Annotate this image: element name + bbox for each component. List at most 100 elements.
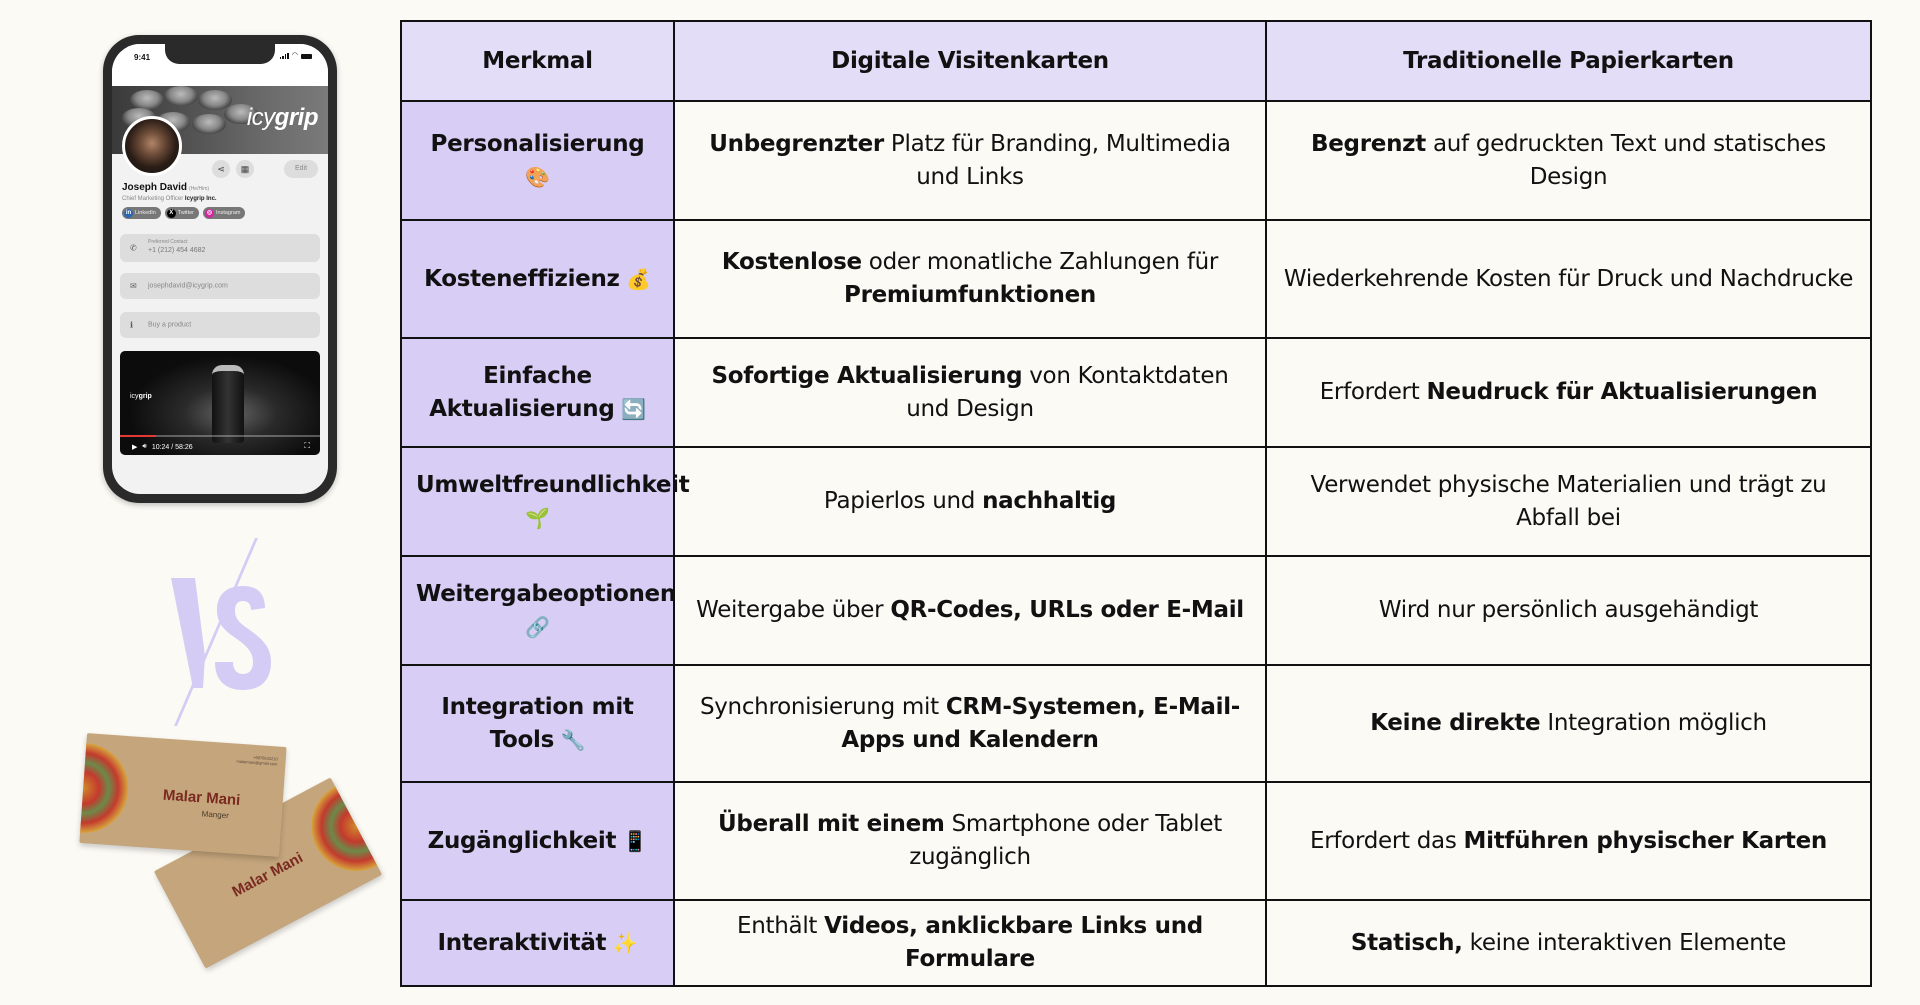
feature-label: Einfache Aktualisierung bbox=[429, 362, 615, 422]
social-link-twitter[interactable]: X Twitter bbox=[164, 207, 199, 219]
comparison-table: Merkmal Digitale Visitenkarten Tradition… bbox=[400, 20, 1872, 987]
feature-label: Interaktivität bbox=[437, 929, 607, 956]
contact-value: josephdavid@icygrip.com bbox=[148, 282, 228, 290]
phone-mockup: 9:41 ◠ icygrip ⋖ ▦ Edit Joseph David (He/… bbox=[103, 35, 337, 503]
video-progress-fill bbox=[120, 435, 156, 437]
bold-text: Begrenzt bbox=[1311, 130, 1426, 157]
feature-label: Integration mit Tools bbox=[441, 693, 634, 753]
x-twitter-icon: X bbox=[166, 208, 176, 218]
video-controls: ▶ 🔊︎ 10:24 / 58:26 bbox=[132, 443, 193, 451]
brand-logo: icygrip bbox=[246, 104, 319, 131]
text: oder monatliche Zahlungen für bbox=[861, 249, 1219, 275]
fullscreen-icon[interactable]: ⛶ bbox=[304, 441, 310, 451]
video-brand-logo: icygrip bbox=[130, 393, 152, 400]
bold-text: Kostenlose bbox=[721, 249, 862, 275]
feature-cell: Weitergabeoptionen 🔗 bbox=[400, 555, 676, 666]
digital-cell: Unbegrenzter Platz für Branding, Multime… bbox=[673, 100, 1267, 221]
digital-cell: Sofortige Aktualisierung von Kontaktdate… bbox=[673, 337, 1267, 448]
contact-card-email[interactable]: ✉ josephdavid@icygrip.com bbox=[120, 273, 320, 299]
contact-label: Preferred Contact bbox=[148, 239, 188, 245]
qr-code-icon: ▦ bbox=[240, 164, 250, 174]
share-icon: ⋖ bbox=[217, 164, 225, 174]
contact-card-phone[interactable]: ✆ Preferred Contact +1 (212) 454 4682 bbox=[120, 234, 320, 262]
bold-text: Keine direkte bbox=[1370, 710, 1541, 736]
mandala-pattern bbox=[79, 739, 132, 837]
edit-button[interactable]: Edit bbox=[284, 160, 318, 178]
feature-cell: Zugänglichkeit 📱 bbox=[400, 781, 675, 901]
sparkles-icon: ✨ bbox=[606, 930, 638, 955]
header-feature: Merkmal bbox=[400, 20, 675, 102]
feature-cell: Einfache Aktualisierung 🔄 bbox=[400, 337, 675, 448]
paper-cell: Erfordert Neudruck für Aktualisierungen bbox=[1265, 337, 1872, 448]
instagram-icon: ◎ bbox=[205, 208, 214, 218]
phone-screen: 9:41 ◠ icygrip ⋖ ▦ Edit Joseph David (He/… bbox=[112, 44, 328, 494]
card-contact-info: +9876543210 malarmani@gmail.com bbox=[236, 754, 278, 767]
can-image bbox=[164, 86, 198, 106]
text: Platz für Branding, Multimedia und Links bbox=[883, 130, 1231, 190]
bold-text: Mitführen physischer Karten bbox=[1463, 827, 1828, 854]
text: auf gedruckten Text und statisches Desig… bbox=[1425, 130, 1826, 190]
phone-icon: ✆ bbox=[130, 243, 137, 253]
table-row: Integration mit Tools 🔧 Synchronisierung … bbox=[400, 664, 1872, 783]
digital-cell: Enthält Videos, anklickbare Links und Fo… bbox=[673, 899, 1267, 987]
status-time: 9:41 bbox=[134, 53, 151, 62]
table-row: Kosteneffizienz 💰 Kostenlose oder monatli… bbox=[400, 219, 1872, 339]
feature-label: Zugänglichkeit bbox=[427, 827, 617, 854]
video-time: 10:24 / 58:26 bbox=[151, 443, 193, 451]
contact-card-buy-product[interactable]: ℹ Buy a product bbox=[120, 312, 320, 338]
text: Wiederkehrende Kosten für Druck und Nach… bbox=[1283, 265, 1854, 292]
wifi-icon: ◠ bbox=[291, 52, 298, 59]
table-row: Zugänglichkeit 📱 Überall mit einem Smartp… bbox=[400, 781, 1872, 901]
header-digital: Digitale Visitenkarten bbox=[673, 20, 1267, 102]
text: Enthält bbox=[737, 913, 825, 939]
video-player[interactable]: icygrip ▶ 🔊︎ 10:24 / 58:26 ⛶ bbox=[120, 351, 320, 455]
share-button[interactable]: ⋖ bbox=[212, 160, 230, 178]
text: Erfordert bbox=[1319, 379, 1427, 405]
info-icon: ℹ bbox=[130, 320, 134, 330]
digital-cell: Papierlos und nachhaltig bbox=[673, 446, 1267, 557]
bold-text: Überall mit einem bbox=[718, 811, 945, 837]
status-icons: ◠ bbox=[279, 52, 312, 59]
profile-name: Joseph David (He/Him) bbox=[122, 182, 210, 193]
video-progress-bar[interactable] bbox=[120, 435, 320, 437]
digital-cell: Weitergabe über QR-Codes, URLs oder E-Ma… bbox=[673, 555, 1267, 666]
feature-cell: Integration mit Tools 🔧 bbox=[400, 664, 675, 783]
paper-cell: Keine direkte Integration möglich bbox=[1265, 664, 1872, 783]
vs-letter-s bbox=[215, 586, 271, 690]
play-icon[interactable]: ▶ bbox=[132, 443, 137, 451]
bold-text: nachhaltig bbox=[982, 488, 1117, 514]
table-header-row: Merkmal Digitale Visitenkarten Tradition… bbox=[400, 20, 1872, 102]
social-links: in LinkedIn X Twitter ◎ Instagram bbox=[122, 207, 246, 219]
table-row: Weitergabeoptionen 🔗 Weitergabe über QR-C… bbox=[400, 555, 1872, 666]
avatar bbox=[122, 116, 182, 176]
feature-cell: Interaktivität ✨ bbox=[400, 899, 675, 987]
company-name: Icygrip Inc. bbox=[184, 196, 217, 202]
palette-icon: 🎨 bbox=[525, 164, 550, 189]
feature-cell: Kosteneffizienz 💰 bbox=[400, 219, 675, 339]
paper-cell: Begrenzt auf gedruckten Text und statisc… bbox=[1265, 100, 1872, 221]
mobile-phone-icon: 📱 bbox=[616, 828, 648, 853]
linkedin-icon: in bbox=[124, 208, 133, 218]
seedling-icon: 🌱 bbox=[525, 505, 550, 530]
text: Verwendet physische Materialien und träg… bbox=[1310, 471, 1827, 531]
volume-icon[interactable]: 🔊︎ bbox=[142, 443, 146, 451]
text: Integration möglich bbox=[1540, 710, 1767, 736]
text: Weitergabe über bbox=[696, 597, 891, 623]
social-link-instagram[interactable]: ◎ Instagram bbox=[203, 207, 246, 219]
feature-label: Weitergabeoptionen bbox=[416, 580, 676, 607]
bold-text: Unbegrenzter bbox=[709, 130, 884, 157]
contact-value: Buy a product bbox=[148, 321, 192, 329]
digital-cell: Kostenlose oder monatliche Zahlungen für… bbox=[673, 219, 1267, 339]
bold-text: Sofortige Aktualisierung bbox=[711, 362, 1023, 389]
refresh-icon: 🔄 bbox=[614, 396, 646, 421]
text: Smartphone oder Tablet zugänglich bbox=[909, 811, 1222, 870]
digital-cell: Synchronisierung mit CRM-Systemen, E-Mai… bbox=[673, 664, 1267, 783]
header-paper: Traditionelle Papierkarten bbox=[1265, 20, 1872, 102]
link-icon: 🔗 bbox=[525, 614, 550, 639]
phone-notch bbox=[165, 44, 275, 64]
qr-code-button[interactable]: ▦ bbox=[236, 160, 254, 178]
bold-text: Neudruck für Aktualisierungen bbox=[1426, 379, 1818, 405]
social-link-linkedin[interactable]: in LinkedIn bbox=[122, 207, 161, 219]
text: Wird nur persönlich ausgehändigt bbox=[1378, 597, 1759, 623]
signal-icon bbox=[279, 53, 289, 59]
